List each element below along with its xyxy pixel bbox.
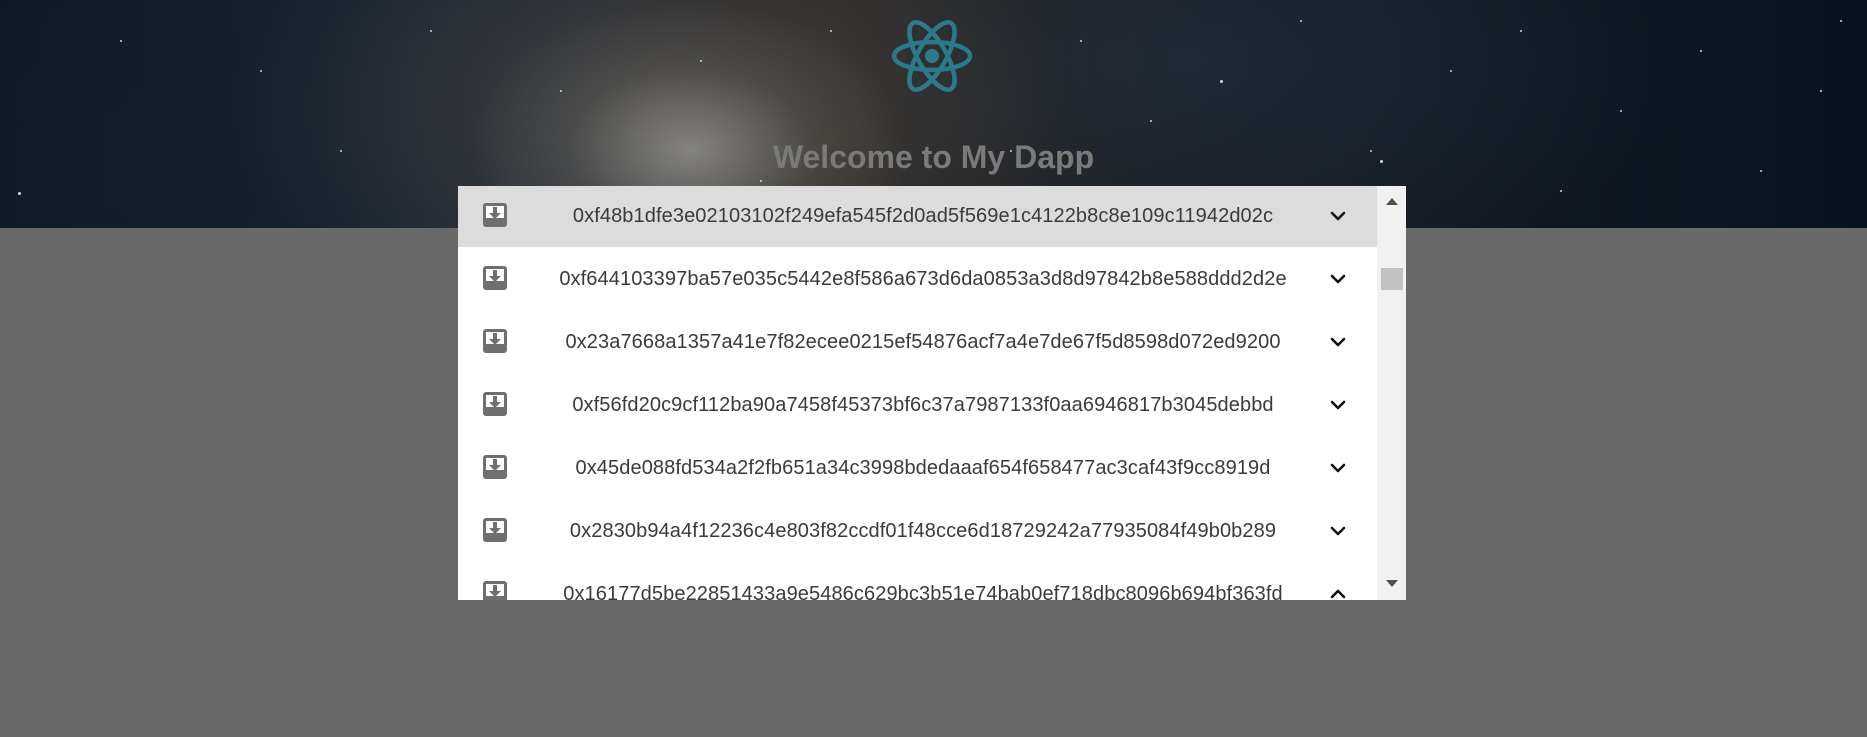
chevron-down-icon[interactable]: [1329, 270, 1347, 288]
download-icon[interactable]: [482, 391, 508, 417]
transaction-hash: 0xf644103397ba57e035c5442e8f586a673d6da0…: [559, 268, 1287, 290]
scroll-thumb[interactable]: [1381, 268, 1403, 290]
transaction-row[interactable]: 0xf644103397ba57e035c5442e8f586a673d6da0…: [458, 249, 1377, 310]
scrollbar[interactable]: [1377, 186, 1406, 600]
chevron-down-icon[interactable]: [1329, 396, 1347, 414]
download-icon[interactable]: [482, 328, 508, 354]
react-atom-logo: [891, 20, 973, 92]
transaction-list-panel: 0xf48b1dfe3e02103102f249efa545f2d0ad5f56…: [458, 186, 1406, 600]
chevron-up-icon[interactable]: [1329, 585, 1347, 600]
transaction-list: 0xf48b1dfe3e02103102f249efa545f2d0ad5f56…: [458, 186, 1377, 600]
download-icon[interactable]: [482, 454, 508, 480]
download-icon[interactable]: [482, 580, 508, 600]
download-icon[interactable]: [482, 517, 508, 543]
scroll-down-arrow-icon[interactable]: [1386, 580, 1398, 587]
chevron-down-icon[interactable]: [1329, 333, 1347, 351]
transaction-hash: 0xf48b1dfe3e02103102f249efa545f2d0ad5f56…: [572, 205, 1274, 227]
download-icon[interactable]: [482, 202, 508, 228]
transaction-hash: 0x2830b94a4f12236c4e803f82ccdf01f48cce6d…: [569, 520, 1277, 542]
page-title: Welcome to My Dapp: [772, 139, 1095, 175]
transaction-row[interactable]: 0x2830b94a4f12236c4e803f82ccdf01f48cce6d…: [458, 501, 1377, 562]
chevron-down-icon[interactable]: [1329, 522, 1347, 540]
download-icon[interactable]: [482, 265, 508, 291]
transaction-row[interactable]: 0x16177d5be22851433a9e5486c629bc3b51e74b…: [458, 564, 1377, 600]
transaction-row[interactable]: 0xf56fd20c9cf112ba90a7458f45373bf6c37a79…: [458, 375, 1377, 436]
transaction-row[interactable]: 0xf48b1dfe3e02103102f249efa545f2d0ad5f56…: [458, 186, 1377, 247]
scroll-up-arrow-icon[interactable]: [1386, 198, 1398, 205]
transaction-hash: 0x45de088fd534a2f2fb651a34c3998bdedaaaf6…: [575, 457, 1271, 479]
chevron-down-icon[interactable]: [1329, 207, 1347, 225]
transaction-row[interactable]: 0x23a7668a1357a41e7f82ecee0215ef54876acf…: [458, 312, 1377, 373]
chevron-down-icon[interactable]: [1329, 459, 1347, 477]
transaction-hash: 0x16177d5be22851433a9e5486c629bc3b51e74b…: [563, 583, 1283, 600]
transaction-hash: 0xf56fd20c9cf112ba90a7458f45373bf6c37a79…: [572, 394, 1274, 416]
transaction-row[interactable]: 0x45de088fd534a2f2fb651a34c3998bdedaaaf6…: [458, 438, 1377, 499]
transaction-hash: 0x23a7668a1357a41e7f82ecee0215ef54876acf…: [565, 331, 1281, 353]
